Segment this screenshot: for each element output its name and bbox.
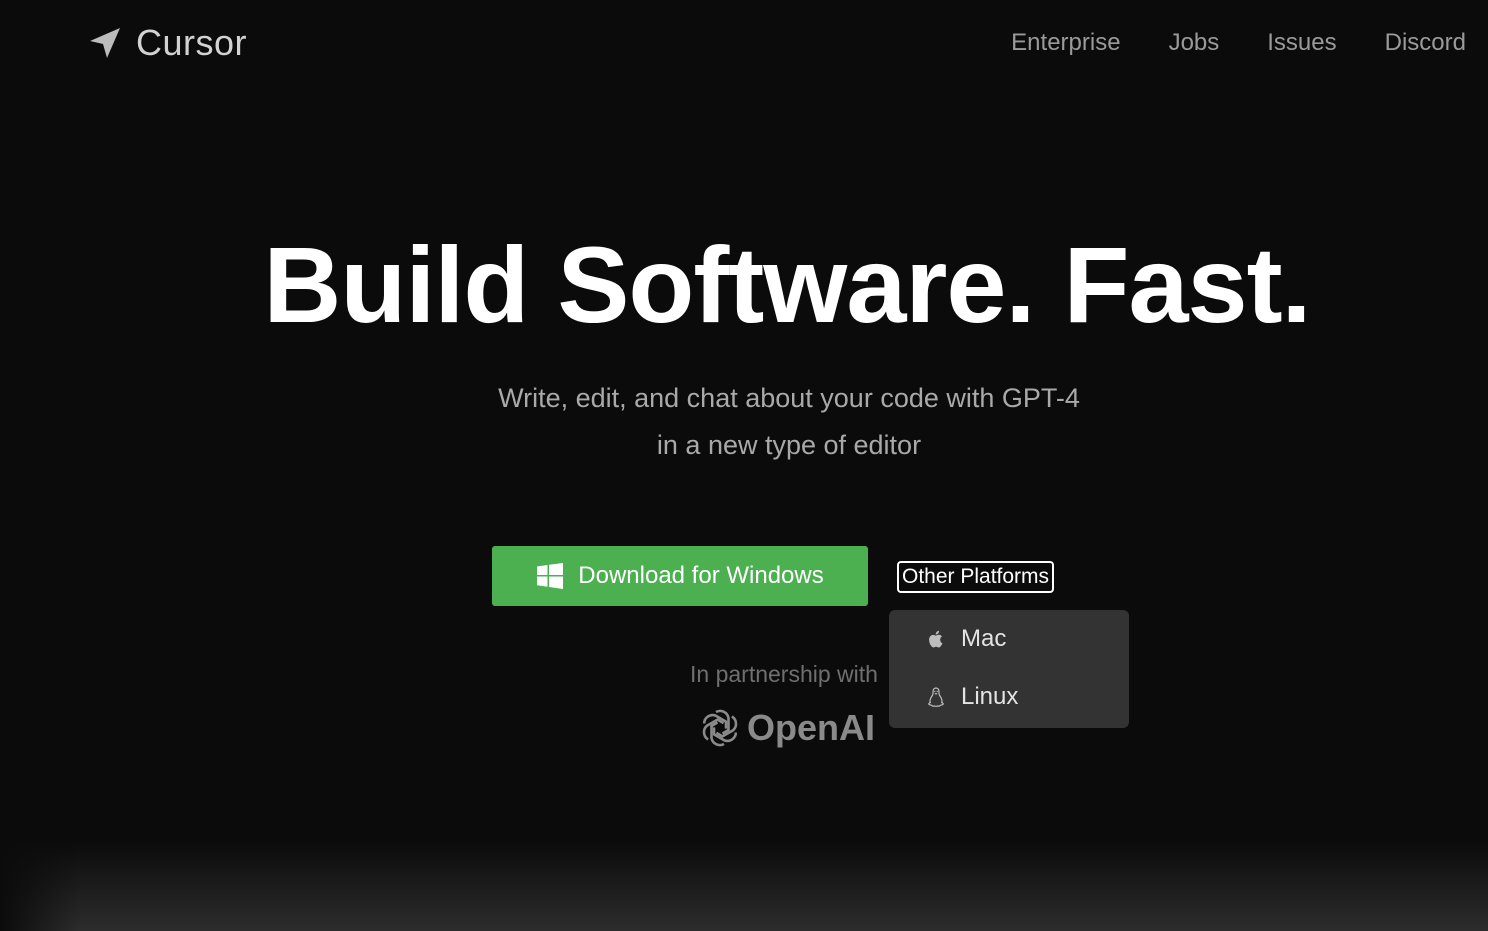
other-platforms-button[interactable]: Other Platforms — [897, 561, 1055, 593]
nav-link-jobs[interactable]: Jobs — [1169, 28, 1220, 58]
download-windows-label: Download for Windows — [578, 562, 824, 589]
platforms-dropdown: Mac Linux — [889, 610, 1129, 728]
nav-link-issues[interactable]: Issues — [1267, 28, 1336, 58]
page: Cursor Enterprise Jobs Issues Discord Bu… — [0, 0, 1488, 931]
brand-name: Cursor — [136, 22, 248, 63]
hero-headline: Build Software. Fast. — [263, 224, 1311, 345]
platform-label-linux: Linux — [961, 683, 1019, 710]
hero-subline-1: Write, edit, and chat about your code wi… — [498, 383, 1080, 413]
openai-icon — [702, 709, 738, 747]
nav-link-enterprise[interactable]: Enterprise — [1011, 28, 1120, 58]
windows-icon — [537, 563, 564, 589]
platform-label-mac: Mac — [961, 625, 1007, 652]
navigation-arrow-icon — [90, 28, 120, 58]
openai-logo: OpenAI — [697, 705, 875, 751]
brand-link[interactable]: Cursor — [86, 22, 247, 64]
platform-item-mac[interactable]: Mac — [889, 610, 1129, 668]
top-nav: Enterprise Jobs Issues Discord — [1011, 28, 1466, 58]
bottom-glow — [0, 841, 1488, 931]
nav-link-discord[interactable]: Discord — [1385, 28, 1466, 58]
platform-item-linux[interactable]: Linux — [889, 668, 1129, 726]
linux-penguin-icon — [928, 687, 944, 707]
openai-wordmark: OpenAI — [747, 707, 876, 748]
hero-subline-2: in a new type of editor — [656, 430, 922, 460]
apple-icon — [929, 630, 943, 648]
partnership-text: In partnership with — [690, 661, 878, 687]
download-windows-button[interactable]: Download for Windows — [492, 546, 868, 606]
